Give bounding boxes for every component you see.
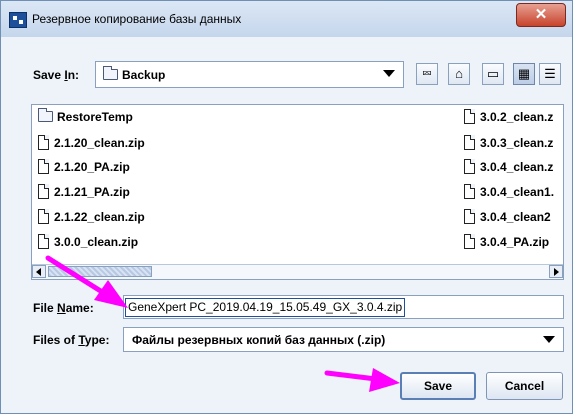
arrow-to-save-button [324, 368, 400, 392]
arrow-to-file-name [45, 255, 128, 308]
annotation-arrows [45, 255, 400, 392]
